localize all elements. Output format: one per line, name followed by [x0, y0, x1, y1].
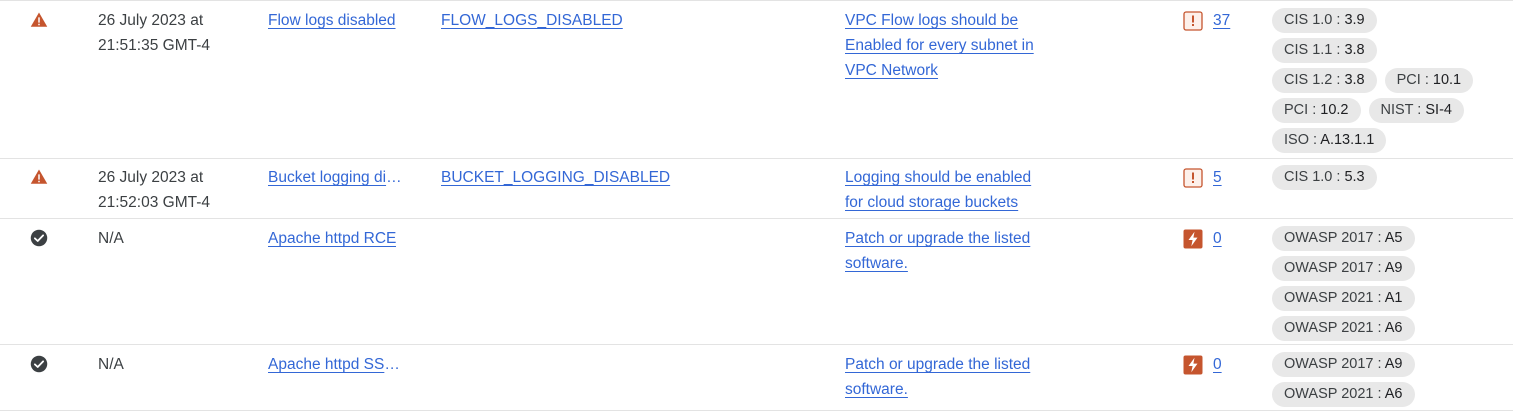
- compliance-chip: NIST : SI-4: [1368, 98, 1464, 123]
- category-link[interactable]: BUCKET_LOGGING_DISABLED: [441, 169, 670, 186]
- event-time: N/A: [98, 226, 248, 251]
- compliance-chip: CIS 1.0 : 5.3: [1272, 165, 1377, 190]
- event-time-clock: 21:51:35 GMT-4: [98, 37, 211, 54]
- compliance-chip: OWASP 2017 : A5: [1272, 226, 1415, 251]
- resource-count-link[interactable]: 0: [1213, 226, 1222, 251]
- event-time-clock: 21:52:03 GMT-4: [98, 194, 211, 211]
- recommendation-link-line[interactable]: VPC Network: [845, 62, 938, 79]
- recommendation-link-line[interactable]: Patch or upgrade the listed: [845, 230, 1030, 247]
- check-circle-icon: [30, 355, 48, 373]
- check-circle-icon: [30, 229, 48, 247]
- finding-name-link[interactable]: Apache httpd RCE: [268, 226, 396, 251]
- compliance-chip: OWASP 2021 : A6: [1272, 382, 1415, 407]
- compliance-chip: CIS 1.2 : 3.8: [1272, 68, 1377, 93]
- compliance-chip: OWASP 2017 : A9: [1272, 352, 1415, 377]
- event-time-date: N/A: [98, 356, 124, 373]
- compliance-list: OWASP 2017 : A9 OWASP 2021 : A6: [1272, 352, 1502, 407]
- event-time-date: 26 July 2023 at: [98, 169, 204, 186]
- finding-name-link[interactable]: Flow logs disabled: [268, 8, 396, 33]
- table-row: 26 July 2023 at 21:51:35 GMT-4 Flow logs…: [0, 0, 1513, 159]
- vulnerability-icon: [1183, 355, 1203, 375]
- recommendation-link-line[interactable]: Enabled for every subnet in: [845, 37, 1034, 54]
- compliance-chip: OWASP 2021 : A6: [1272, 316, 1415, 341]
- recommendation-link-line[interactable]: Logging should be enabled: [845, 169, 1031, 186]
- compliance-list: CIS 1.0 : 3.9 CIS 1.1 : 3.8 CIS 1.2 : 3.…: [1272, 8, 1502, 153]
- compliance-chip: OWASP 2021 : A1: [1272, 286, 1415, 311]
- compliance-chip: OWASP 2017 : A9: [1272, 256, 1415, 281]
- table-row: N/A Apache httpd SSRF Patch or upgrade t…: [0, 345, 1513, 411]
- compliance-chip: CIS 1.0 : 3.9: [1272, 8, 1377, 33]
- table-row: N/A Apache httpd RCE Patch or upgrade th…: [0, 219, 1513, 345]
- recommendation-link-line[interactable]: for cloud storage buckets: [845, 194, 1018, 211]
- vulnerability-icon: [1183, 229, 1203, 249]
- misconfiguration-icon: [1183, 10, 1203, 31]
- warning-triangle-icon: [30, 168, 48, 186]
- recommendation-link-line[interactable]: Patch or upgrade the listed: [845, 356, 1030, 373]
- resource-count-link[interactable]: 5: [1213, 165, 1222, 190]
- finding-name-link[interactable]: Apache httpd SSRF: [268, 352, 403, 377]
- finding-name-link[interactable]: Bucket logging disabled: [268, 165, 403, 190]
- event-time: 26 July 2023 at 21:52:03 GMT-4: [98, 165, 248, 215]
- event-time-date: 26 July 2023 at: [98, 12, 204, 29]
- event-time: 26 July 2023 at 21:51:35 GMT-4: [98, 8, 248, 58]
- resource-count-link[interactable]: 0: [1213, 352, 1222, 377]
- compliance-list: CIS 1.0 : 5.3: [1272, 165, 1502, 190]
- recommendation-link-line[interactable]: software.: [845, 255, 908, 272]
- event-time: N/A: [98, 352, 248, 377]
- compliance-chip: ISO : A.13.1.1: [1272, 128, 1387, 153]
- misconfiguration-icon: [1183, 167, 1203, 188]
- event-time-date: N/A: [98, 230, 124, 247]
- compliance-list: OWASP 2017 : A5 OWASP 2017 : A9 OWASP 20…: [1272, 226, 1502, 341]
- warning-triangle-icon: [30, 11, 48, 29]
- compliance-chip: PCI : 10.1: [1384, 68, 1474, 93]
- resource-count-link[interactable]: 37: [1213, 8, 1230, 33]
- recommendation-link-line[interactable]: software.: [845, 381, 908, 398]
- compliance-chip: CIS 1.1 : 3.8: [1272, 38, 1377, 63]
- category-link[interactable]: FLOW_LOGS_DISABLED: [441, 12, 623, 29]
- compliance-chip: PCI : 10.2: [1272, 98, 1361, 123]
- recommendation-link-line[interactable]: VPC Flow logs should be: [845, 12, 1018, 29]
- table-row: 26 July 2023 at 21:52:03 GMT-4 Bucket lo…: [0, 158, 1513, 219]
